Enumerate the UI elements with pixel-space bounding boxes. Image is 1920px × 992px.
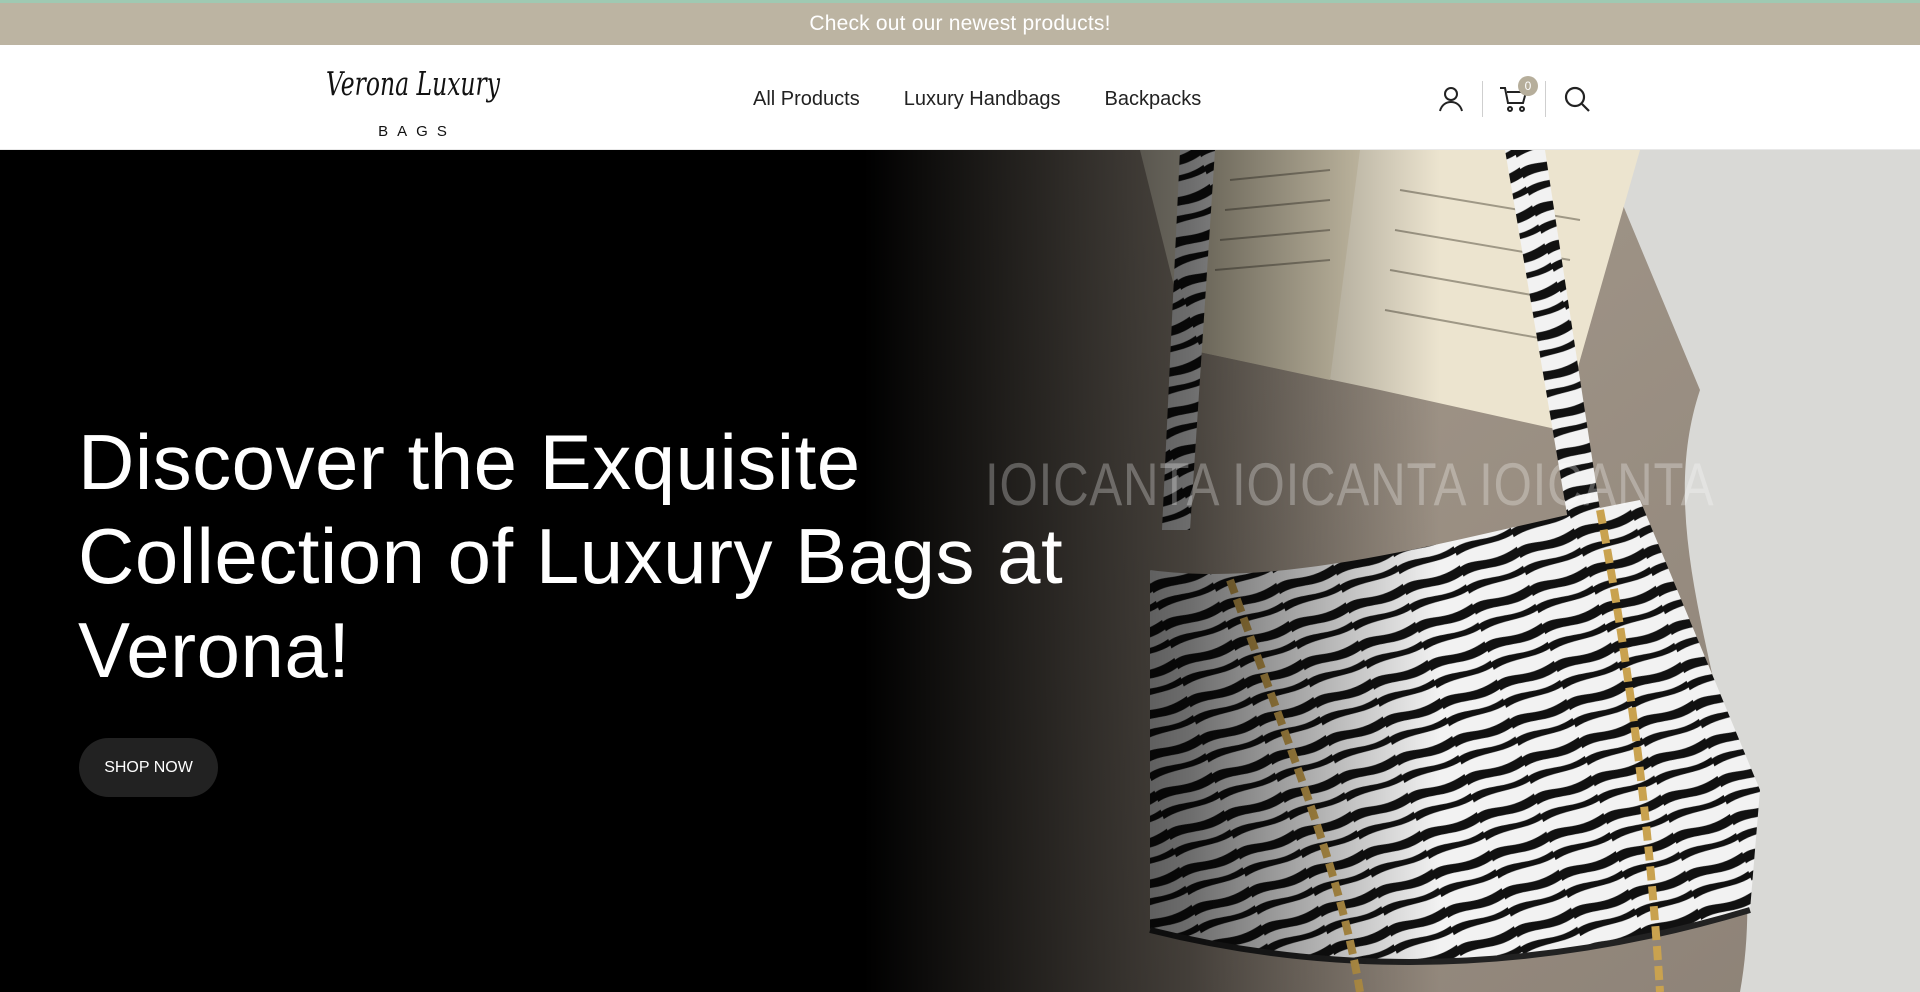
hero-title: Discover the Exquisite Collection of Lux… xyxy=(78,418,1064,694)
hero-banner: IOICANTA IOICANTA IOICANTA Discover the … xyxy=(0,150,1920,992)
brand-subtitle: BAGS xyxy=(378,123,456,140)
announcement-bar: Check out our newest products! xyxy=(0,3,1920,45)
nav-backpacks[interactable]: Backpacks xyxy=(1105,88,1202,111)
brand-logo[interactable]: Verona Luxury BAGS xyxy=(322,49,506,145)
nav-luxury-handbags[interactable]: Luxury Handbags xyxy=(904,88,1061,111)
account-button[interactable] xyxy=(1436,84,1466,114)
cart-button[interactable]: 0 xyxy=(1499,76,1538,114)
search-icon xyxy=(1564,86,1590,112)
brand-script-logo: Verona Luxury xyxy=(326,64,500,103)
cart-count-badge: 0 xyxy=(1518,76,1538,96)
search-button[interactable] xyxy=(1562,84,1592,114)
icon-divider xyxy=(1482,81,1483,117)
user-icon xyxy=(1439,87,1463,112)
icon-divider xyxy=(1545,81,1546,117)
site-header: Verona Luxury BAGS All Products Luxury H… xyxy=(0,45,1920,150)
nav-all-products[interactable]: All Products xyxy=(753,88,860,111)
announcement-text: Check out our newest products! xyxy=(809,12,1111,35)
brand-script-text: Verona Luxury xyxy=(326,64,500,103)
main-nav: All Products Luxury Handbags Backpacks xyxy=(753,88,1201,111)
shop-now-button[interactable]: SHOP NOW xyxy=(79,738,218,797)
header-icons: 0 xyxy=(1436,76,1592,120)
